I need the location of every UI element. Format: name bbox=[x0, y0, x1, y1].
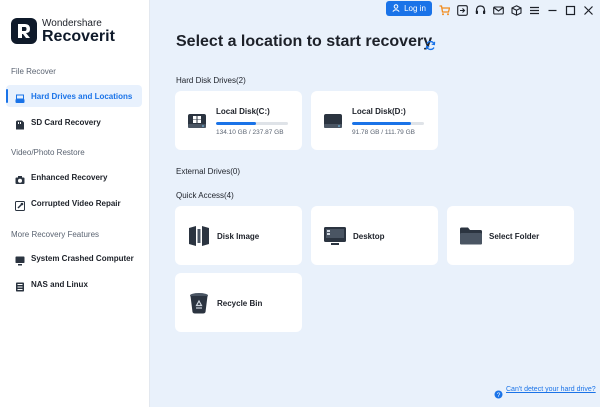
sidebar-item-enhanced-recovery[interactable]: Enhanced Recovery bbox=[6, 166, 142, 188]
section-title-video-photo: Video/Photo Restore bbox=[11, 148, 85, 157]
disk-usage-fill bbox=[352, 122, 412, 125]
disk-icon bbox=[323, 111, 343, 131]
quick-access-title: Quick Access(4) bbox=[176, 191, 234, 200]
section-title-more-features: More Recovery Features bbox=[11, 230, 100, 239]
sidebar: Wondershare Recoverit File Recover Hard … bbox=[0, 0, 150, 407]
sidebar-item-label: SD Card Recovery bbox=[31, 117, 101, 127]
video-repair-icon bbox=[15, 198, 25, 211]
recoverit-logo-icon bbox=[11, 18, 37, 44]
disk-size: 134.10 GB / 237.87 GB bbox=[216, 129, 284, 136]
windows-disk-icon bbox=[187, 111, 207, 131]
close-icon[interactable] bbox=[583, 3, 594, 15]
sidebar-item-corrupted-video[interactable]: Corrupted Video Repair bbox=[6, 192, 142, 214]
brand-name: Recoverit bbox=[42, 28, 115, 45]
recycle-bin-icon bbox=[187, 291, 211, 315]
hard-drive-icon bbox=[15, 91, 25, 103]
sd-card-icon bbox=[15, 117, 25, 130]
disk-name: Local Disk(C:) bbox=[216, 107, 270, 116]
external-drives-title: External Drives(0) bbox=[176, 167, 241, 176]
box-icon[interactable] bbox=[511, 3, 522, 16]
disk-image-icon bbox=[187, 224, 211, 248]
sidebar-item-label: Hard Drives and Locations bbox=[31, 91, 133, 101]
mail-icon[interactable] bbox=[493, 3, 504, 15]
quick-access-label: Disk Image bbox=[217, 232, 260, 241]
page-title: Select a location to start recovery bbox=[176, 33, 433, 50]
sidebar-item-system-crashed[interactable]: System Crashed Computer bbox=[6, 247, 142, 269]
refresh-icon[interactable] bbox=[425, 38, 436, 51]
disk-name: Local Disk(D:) bbox=[352, 107, 406, 116]
help-icon: ? bbox=[494, 386, 503, 399]
disk-size: 91.78 GB / 111.79 GB bbox=[352, 129, 415, 136]
quick-access-desktop[interactable]: Desktop bbox=[311, 206, 438, 265]
maximize-icon[interactable] bbox=[565, 3, 576, 16]
sidebar-item-label: NAS and Linux bbox=[31, 279, 88, 289]
computer-icon bbox=[15, 253, 25, 266]
headset-icon[interactable] bbox=[475, 3, 486, 14]
quick-access-label: Recycle Bin bbox=[217, 299, 263, 308]
login-label: Log in bbox=[404, 4, 426, 13]
cart-icon[interactable] bbox=[439, 3, 451, 16]
cant-detect-drive-link[interactable]: Can't detect your hard drive? bbox=[506, 386, 596, 393]
active-indicator bbox=[6, 89, 8, 103]
minimize-icon[interactable] bbox=[547, 3, 558, 14]
camera-icon bbox=[15, 172, 25, 184]
user-icon bbox=[392, 3, 400, 14]
desktop-icon bbox=[323, 224, 347, 248]
import-icon[interactable] bbox=[457, 3, 468, 16]
sidebar-item-sd-card[interactable]: SD Card Recovery bbox=[6, 111, 142, 133]
quick-access-select-folder[interactable]: Select Folder bbox=[447, 206, 574, 265]
hard-disk-drives-title: Hard Disk Drives(2) bbox=[176, 76, 246, 85]
quick-access-label: Select Folder bbox=[489, 232, 540, 241]
disk-usage-fill bbox=[216, 122, 257, 125]
quick-access-recycle-bin[interactable]: Recycle Bin bbox=[175, 273, 302, 332]
sidebar-item-hard-drives[interactable]: Hard Drives and Locations bbox=[6, 85, 142, 107]
quick-access-label: Desktop bbox=[353, 232, 385, 241]
nas-icon bbox=[15, 279, 25, 292]
folder-icon bbox=[459, 224, 483, 248]
disk-usage-bar bbox=[352, 122, 424, 125]
menu-icon[interactable] bbox=[529, 3, 540, 15]
svg-text:?: ? bbox=[497, 392, 501, 399]
sidebar-item-label: Corrupted Video Repair bbox=[31, 198, 121, 208]
disk-card-c[interactable]: Local Disk(C:) 134.10 GB / 237.87 GB bbox=[175, 91, 302, 150]
section-title-file-recover: File Recover bbox=[11, 67, 56, 76]
login-button[interactable]: Log in bbox=[386, 1, 432, 16]
sidebar-item-label: Enhanced Recovery bbox=[31, 172, 108, 182]
sidebar-item-nas-linux[interactable]: NAS and Linux bbox=[6, 273, 142, 295]
quick-access-disk-image[interactable]: Disk Image bbox=[175, 206, 302, 265]
disk-usage-bar bbox=[216, 122, 288, 125]
disk-card-d[interactable]: Local Disk(D:) 91.78 GB / 111.79 GB bbox=[311, 91, 438, 150]
brand: Wondershare Recoverit bbox=[11, 18, 151, 50]
sidebar-item-label: System Crashed Computer bbox=[31, 253, 134, 263]
